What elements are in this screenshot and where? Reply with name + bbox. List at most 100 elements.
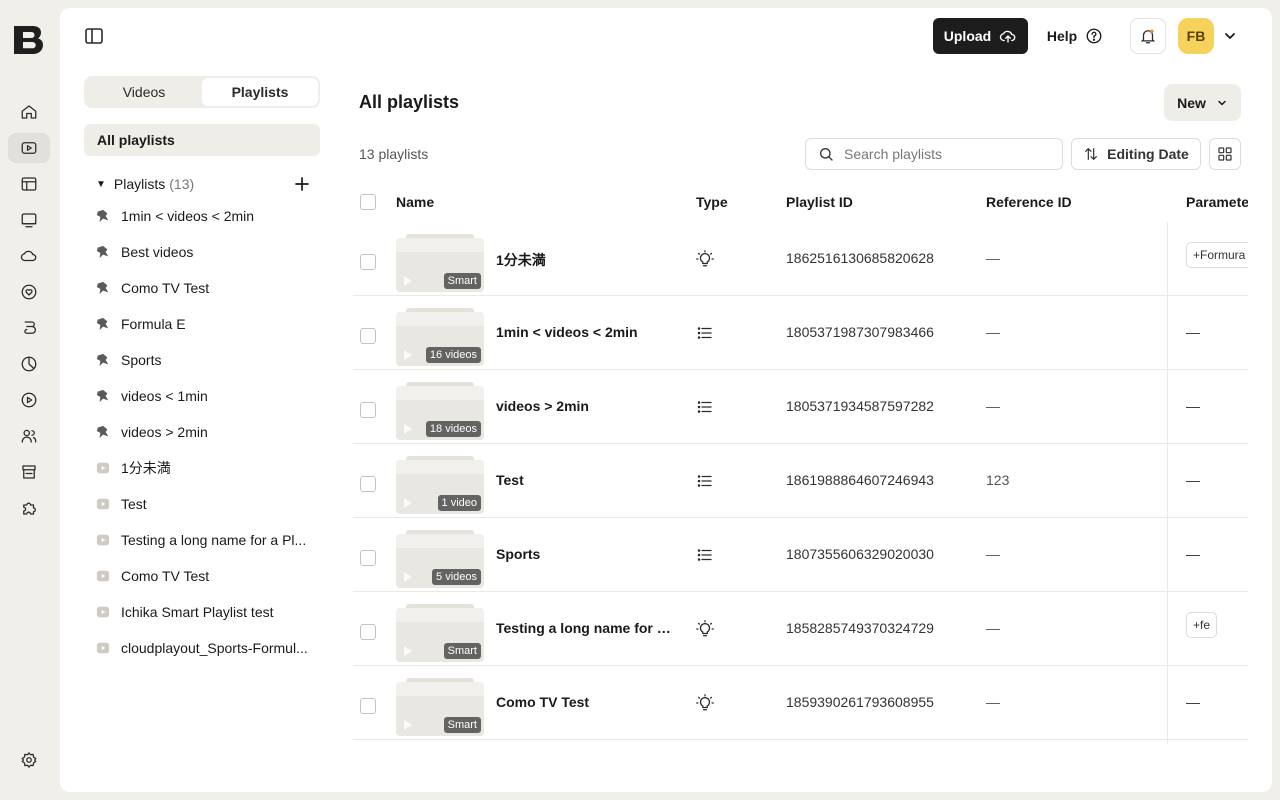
table-row[interactable]: 5 videos Sports 1807355606329020030 — —	[353, 518, 1248, 592]
parameter-value: —	[1186, 398, 1200, 414]
column-header-parameters[interactable]: Paramete	[1186, 194, 1248, 210]
thumbnail-frame: Smart	[396, 608, 484, 662]
sidebar-playlist-item[interactable]: 1min < videos < 2min	[96, 198, 316, 234]
plugins-nav[interactable]	[8, 493, 50, 523]
playlist-name[interactable]: Testing a long name for a...	[496, 620, 674, 636]
tab-playlists[interactable]: Playlists	[202, 78, 318, 106]
playlist-thumbnail[interactable]: 18 videos	[396, 382, 484, 440]
row-checkbox[interactable]	[360, 402, 376, 418]
sidebar-playlist-label: Sports	[121, 352, 162, 368]
parameter-chip[interactable]: +fe	[1186, 612, 1218, 638]
sidebar-playlist-label: Ichika Smart Playlist test	[121, 604, 274, 620]
row-checkbox[interactable]	[360, 550, 376, 566]
sidebar-playlist-item[interactable]: videos > 2min	[96, 414, 316, 450]
sidebar-playlist-item[interactable]: Test	[96, 486, 316, 522]
users-nav[interactable]	[8, 421, 50, 451]
playlist-id: 1805371987307983466	[786, 324, 934, 340]
sidebar-playlist-item[interactable]: Testing a long name for a Pl...	[96, 522, 316, 558]
add-playlist-icon[interactable]	[292, 174, 312, 194]
sidebar-playlist-item[interactable]: Best videos	[96, 234, 316, 270]
playlist-name[interactable]: Sports	[496, 546, 674, 562]
video-playlist-icon	[96, 497, 110, 511]
parameter-chip[interactable]: +Formura	[1186, 242, 1248, 268]
playlist-thumbnail[interactable]: 16 videos	[396, 308, 484, 366]
store-icon	[22, 465, 36, 479]
playlists-section-header[interactable]: ▼ Playlists (13)	[96, 174, 312, 194]
store-nav[interactable]	[8, 457, 50, 487]
brand-logo[interactable]	[11, 22, 45, 56]
select-all-checkbox[interactable]	[360, 194, 376, 210]
search-input[interactable]	[844, 146, 1044, 162]
home-nav[interactable]	[8, 97, 50, 127]
sidebar-playlist-label: Test	[121, 496, 147, 512]
cloud-nav[interactable]	[8, 241, 50, 271]
search-icon	[820, 148, 833, 161]
row-checkbox[interactable]	[360, 698, 376, 714]
layout-nav[interactable]	[8, 169, 50, 199]
live-nav[interactable]	[8, 385, 50, 415]
playlist-name[interactable]: Como TV Test	[496, 694, 674, 710]
column-header-name[interactable]: Name	[396, 194, 434, 210]
smart-playlist-icon	[96, 317, 110, 331]
table-header: Name Type Playlist ID Reference ID Param…	[353, 184, 1248, 220]
sidebar-playlist-item[interactable]: videos < 1min	[96, 378, 316, 414]
sidebar-playlist-item[interactable]: Como TV Test	[96, 270, 316, 306]
grid-icon	[1218, 147, 1232, 161]
caret-down-icon[interactable]: ▼	[96, 179, 106, 190]
settings-nav[interactable]	[8, 745, 50, 775]
column-header-reference-id[interactable]: Reference ID	[986, 194, 1072, 210]
notifications-button[interactable]	[1130, 18, 1166, 54]
sidebar-toggle-icon[interactable]	[84, 26, 104, 46]
playlist-thumbnail[interactable]: 5 videos	[396, 530, 484, 588]
playlist-name[interactable]: Test	[496, 472, 674, 488]
sidebar-playlist-item[interactable]: Formula E	[96, 306, 316, 342]
chevron-down-icon[interactable]	[1222, 28, 1238, 44]
avatar[interactable]: FB	[1178, 18, 1214, 54]
sidebar-playlist-item[interactable]: Como TV Test	[96, 558, 316, 594]
sidebar-playlist-item[interactable]: 1分未満	[96, 450, 316, 486]
grid-view-button[interactable]	[1209, 138, 1241, 170]
video-playlist-icon	[96, 641, 110, 655]
playlists-section-count: (13)	[169, 176, 195, 192]
playlist-thumbnail[interactable]: Smart	[396, 604, 484, 662]
thumbnail-badge: Smart	[443, 717, 481, 733]
video-play-icon	[21, 142, 37, 154]
row-checkbox[interactable]	[360, 328, 376, 344]
playlist-thumbnail[interactable]: Smart	[396, 678, 484, 736]
table-row[interactable]: Smart 1分未満 1862516130685820628 — +Formura	[353, 222, 1248, 296]
playlist-name[interactable]: videos > 2min	[496, 398, 674, 414]
table-row[interactable]: 1 video Test 1861988864607246943 123 —	[353, 444, 1248, 518]
player-nav[interactable]	[8, 205, 50, 235]
upload-button[interactable]: Upload	[933, 18, 1028, 54]
playlist-id: 1807355606329020030	[786, 546, 934, 562]
bell-icon	[1140, 29, 1156, 44]
playlist-name[interactable]: 1min < videos < 2min	[496, 324, 674, 340]
brand-nav[interactable]	[8, 313, 50, 343]
column-header-type[interactable]: Type	[696, 194, 728, 210]
row-checkbox[interactable]	[360, 624, 376, 640]
all-playlists-item[interactable]: All playlists	[84, 124, 320, 156]
table-row[interactable]: Smart Testing a long name for a... 1858285…	[353, 592, 1248, 666]
tab-videos[interactable]: Videos	[86, 78, 202, 106]
column-header-playlist-id[interactable]: Playlist ID	[786, 194, 853, 210]
sort-label: Editing Date	[1107, 146, 1189, 162]
videos-nav[interactable]	[8, 133, 50, 163]
help-button[interactable]: Help	[1040, 18, 1110, 54]
sidebar-playlist-item[interactable]: cloudplayout_Sports-Formul...	[96, 630, 316, 666]
engagement-nav[interactable]	[8, 277, 50, 307]
row-checkbox[interactable]	[360, 254, 376, 270]
table-row[interactable]: 16 videos 1min < videos < 2min 18053719873…	[353, 296, 1248, 370]
sidebar-playlist-item[interactable]: Ichika Smart Playlist test	[96, 594, 316, 630]
page-title: All playlists	[359, 92, 460, 112]
playlist-thumbnail[interactable]: Smart	[396, 234, 484, 292]
sort-button[interactable]: Editing Date	[1071, 138, 1201, 170]
new-button[interactable]: New	[1164, 84, 1241, 121]
column-divider	[1167, 222, 1168, 744]
analytics-nav[interactable]	[8, 349, 50, 379]
table-row[interactable]: 18 videos videos > 2min 180537193458759728…	[353, 370, 1248, 444]
sidebar-playlist-item[interactable]: Sports	[96, 342, 316, 378]
playlist-thumbnail[interactable]: 1 video	[396, 456, 484, 514]
row-checkbox[interactable]	[360, 476, 376, 492]
playlist-name[interactable]: 1分未満	[496, 250, 674, 270]
table-row[interactable]: Smart Como TV Test 1859390261793608955 — —	[353, 666, 1248, 740]
